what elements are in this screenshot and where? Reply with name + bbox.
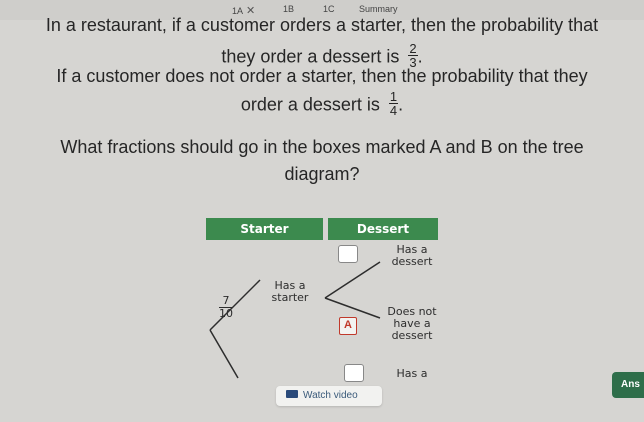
label-has-starter: Has a starter	[271, 279, 309, 304]
label-has-dessert: Has a dessert	[391, 243, 433, 268]
branch-no-starter	[209, 329, 239, 379]
watch-video-label: Watch video	[303, 390, 358, 401]
answer-box-a[interactable]: A	[339, 317, 357, 335]
label-has-dessert-2: Has a	[396, 367, 428, 380]
branch-has-dessert	[324, 261, 381, 299]
branch-starter	[209, 279, 261, 331]
answer-tab[interactable]: Ans	[612, 372, 644, 398]
branch-no-dessert	[324, 297, 381, 319]
video-icon	[286, 390, 298, 399]
watch-video-button[interactable]: Watch video	[276, 386, 382, 406]
label-no-dessert: Does not have a dessert	[387, 305, 437, 342]
answer-box[interactable]	[344, 364, 364, 382]
header-dessert: Dessert	[328, 218, 438, 240]
header-starter: Starter	[206, 218, 323, 240]
answer-box[interactable]	[338, 245, 358, 263]
given-probability: 7 10	[219, 294, 233, 320]
tree-diagram-lines	[209, 261, 381, 379]
